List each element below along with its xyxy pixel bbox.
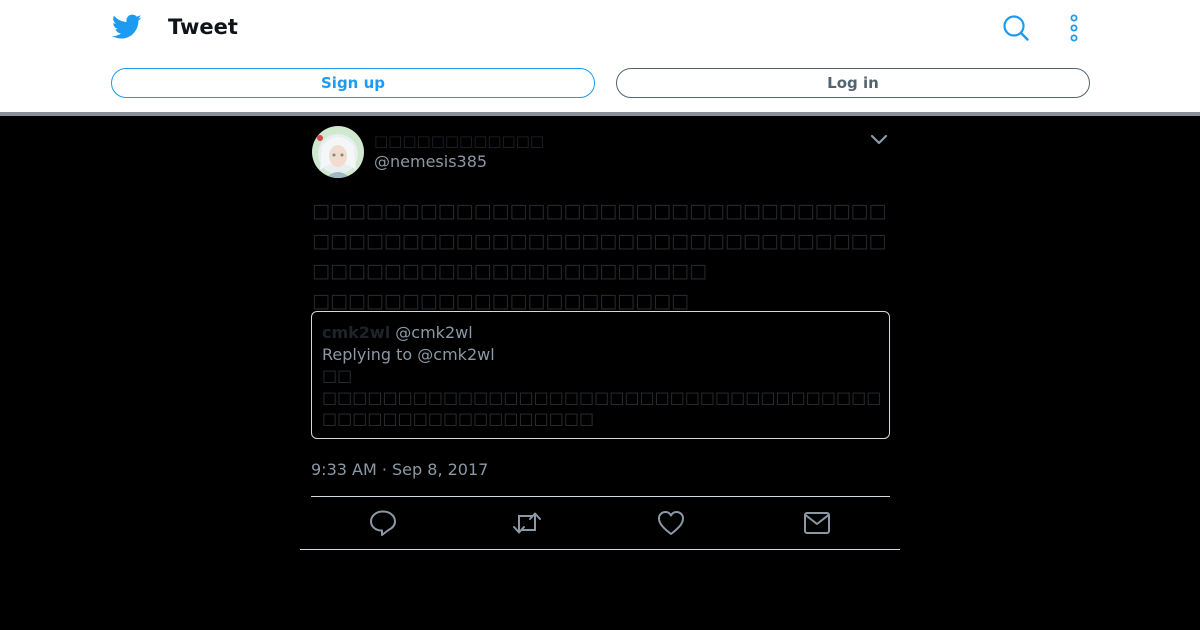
quoted-replying-to: Replying to @cmk2wl [322,344,495,364]
quoted-author-handle: @cmk2wl [395,323,473,342]
avatar[interactable] [312,126,364,178]
more-vertical-icon[interactable] [1066,14,1082,42]
actions-top-divider [311,496,890,497]
header-divider [0,112,1200,116]
author-display-name[interactable]: □□□□□□□□□□□□ [374,132,544,150]
chevron-down-icon[interactable] [870,132,888,146]
author-handle[interactable]: @nemesis385 [374,152,487,171]
quoted-tweet[interactable]: cmk2wl @cmk2wl Replying to @cmk2wl □□ □□… [311,311,890,439]
twitter-bird-icon[interactable] [112,14,142,40]
message-icon[interactable] [802,508,832,538]
quoted-author-name: cmk2wl [322,323,391,342]
actions-bottom-divider [300,549,900,550]
tweet-timestamp[interactable]: 9:33 AM · Sep 8, 2017 [311,460,488,479]
sign-up-button[interactable]: Sign up [111,68,595,98]
log-in-button[interactable]: Log in [616,68,1090,98]
quoted-tweet-text: □□ □□□□□□□□□□□□□□□□□□□□□□□□□□□□□□□□□□□□□… [322,366,882,428]
reply-icon[interactable] [368,508,398,538]
quoted-tweet-header: cmk2wl @cmk2wl [322,322,879,344]
tweet-text: □□□□□□□□□□□□□□□□□□□□□□□□□□□□□□□□□□□□□□□□… [312,200,887,312]
page-title: Tweet [168,15,238,39]
search-icon[interactable] [1002,14,1030,42]
top-header: Tweet Sign up Log in [0,0,1200,112]
like-icon[interactable] [656,508,686,538]
retweet-icon[interactable] [512,508,542,538]
